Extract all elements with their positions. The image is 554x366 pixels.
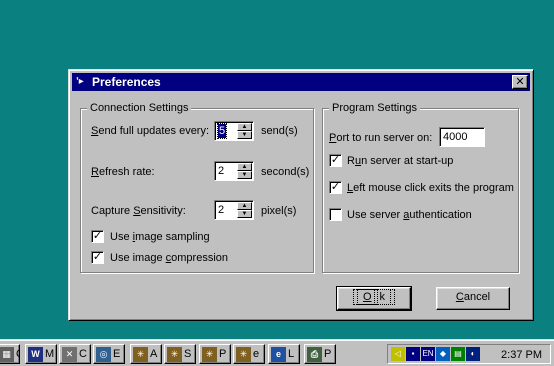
chart-icon[interactable]: ▤	[451, 347, 465, 361]
run-at-startup-label[interactable]: Run server at start-up	[347, 154, 453, 168]
app-icon: ʼ▸	[76, 76, 84, 87]
port-label: Port to run server on:	[329, 132, 433, 144]
capture-sensitivity-unit: pixel(s)	[261, 205, 297, 217]
taskbar: ▦ Q W M ✕ C ◎ E ✳ A ✳ S ✳ P ✳ e e L ⎙ P …	[0, 339, 554, 366]
speaker-icon[interactable]: ◁	[391, 347, 405, 361]
taskbar-button-l[interactable]: e L	[268, 344, 300, 364]
clock[interactable]: 2:37 PM	[501, 348, 542, 362]
taskbar-button-e[interactable]: ◎ E	[93, 344, 125, 364]
vnc-icon: ✳	[167, 346, 182, 362]
system-tray: ◁ ▪ EN ◆ ▤ ◐ 2:37 PM	[387, 344, 551, 364]
image-compression-checkbox[interactable]: ✓	[91, 251, 104, 264]
spin-down-icon[interactable]: ▼	[237, 171, 252, 179]
full-updates-unit: send(s)	[261, 125, 298, 137]
capture-sensitivity-spinner[interactable]: 2 ▲ ▼	[214, 200, 254, 220]
left-click-exits-checkbox[interactable]: ✓	[329, 181, 342, 194]
network-icon[interactable]: ▪	[406, 347, 420, 361]
language-icon[interactable]: EN	[421, 347, 435, 361]
connection-settings-title: Connection Settings	[87, 101, 192, 115]
capture-sensitivity-value[interactable]: 2	[218, 203, 224, 217]
printer-icon: ⎙	[307, 346, 322, 362]
taskbar-button-m[interactable]: W M	[25, 344, 57, 364]
full-updates-value[interactable]: 5	[216, 123, 228, 139]
full-updates-spinner[interactable]: 5 ▲ ▼	[214, 121, 254, 141]
taskbar-button-e2[interactable]: ✳ e	[233, 344, 265, 364]
program-settings-group: Program Settings Port to run server on: …	[322, 101, 519, 273]
port-input[interactable]: 4000	[439, 127, 485, 147]
taskbar-button-q[interactable]: ▦ Q	[0, 344, 20, 364]
ie-icon: e	[271, 346, 286, 362]
vnc-icon: ✳	[133, 346, 148, 362]
taskbar-button-p[interactable]: ✳ P	[199, 344, 231, 364]
capture-sensitivity-label: Capture Sensitivity:	[91, 205, 186, 217]
refresh-rate-value[interactable]: 2	[218, 164, 224, 178]
image-sampling-checkbox[interactable]: ✓	[91, 230, 104, 243]
spin-up-icon[interactable]: ▲	[237, 163, 252, 171]
image-sampling-label[interactable]: Use image sampling	[110, 230, 210, 244]
preferences-dialog: ʼ▸ Preferences ✕ Connection Settings Sen…	[68, 69, 534, 321]
vnc-icon: ✳	[202, 346, 217, 362]
title-bar[interactable]: ʼ▸ Preferences ✕	[72, 73, 530, 91]
refresh-rate-unit: second(s)	[261, 166, 310, 178]
spin-up-icon[interactable]: ▲	[237, 123, 252, 131]
ok-button[interactable]: Ok	[336, 286, 412, 311]
taskbar-button-p2[interactable]: ⎙ P	[304, 344, 336, 364]
image-compression-label[interactable]: Use image compression	[110, 251, 228, 265]
server-authentication-label[interactable]: Use server authentication	[347, 208, 472, 222]
run-at-startup-checkbox[interactable]: ✓	[329, 154, 342, 167]
spin-down-icon[interactable]: ▼	[237, 131, 252, 139]
spin-down-icon[interactable]: ▼	[237, 210, 252, 218]
vnc-icon: ✳	[236, 346, 251, 362]
server-authentication-checkbox[interactable]	[329, 208, 342, 221]
explorer-icon: ◎	[96, 346, 111, 362]
full-updates-label: Send full updates every:	[91, 125, 210, 137]
tools-icon: ✕	[62, 346, 77, 362]
sync-icon[interactable]: ◆	[436, 347, 450, 361]
program-settings-title: Program Settings	[329, 101, 420, 115]
dialog-title: Preferences	[92, 75, 161, 89]
taskbar-button-c[interactable]: ✕ C	[59, 344, 91, 364]
connection-settings-group: Connection Settings Send full updates ev…	[80, 101, 314, 273]
close-button[interactable]: ✕	[512, 75, 528, 89]
moon-icon[interactable]: ◐	[466, 347, 480, 361]
taskbar-button-s[interactable]: ✳ S	[164, 344, 196, 364]
word-icon: W	[28, 346, 43, 362]
taskbar-button-a[interactable]: ✳ A	[130, 344, 162, 364]
refresh-rate-spinner[interactable]: 2 ▲ ▼	[214, 161, 254, 181]
left-click-exits-label[interactable]: Left mouse click exits the program	[347, 181, 514, 195]
word-doc-icon: ▦	[0, 346, 14, 362]
refresh-rate-label: Refresh rate:	[91, 166, 155, 178]
spin-up-icon[interactable]: ▲	[237, 202, 252, 210]
cancel-button[interactable]: Cancel	[436, 287, 510, 310]
